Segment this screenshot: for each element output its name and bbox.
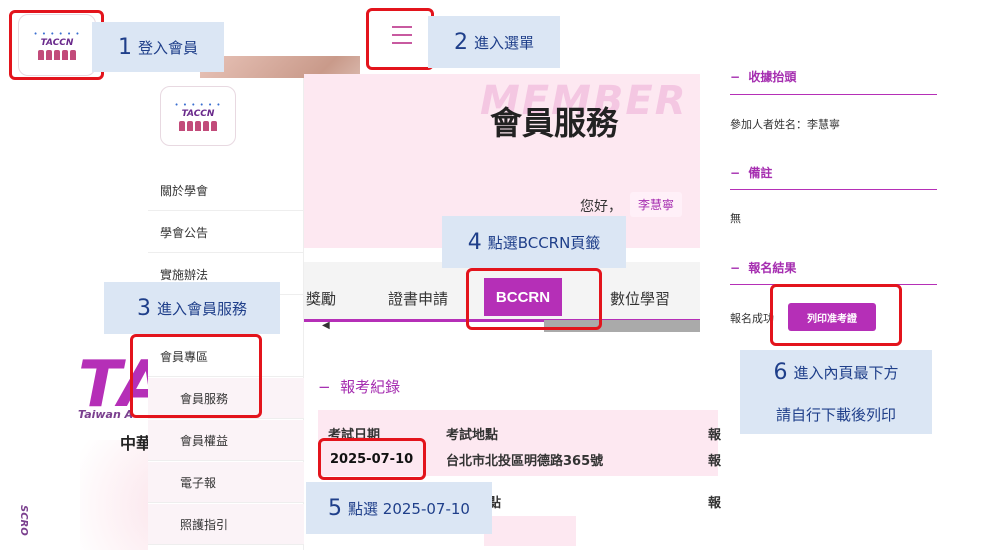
records-section-title: − 報考紀錄 [318, 378, 401, 396]
callout-step-1: 1 登入會員 [92, 22, 224, 72]
row-more: 報 [708, 454, 722, 469]
highlight-exam-date [318, 438, 426, 480]
row2-highlight [484, 516, 576, 546]
result-value: 報名成功 [730, 312, 774, 325]
sidebar-item-member-rights[interactable]: 會員權益 [148, 420, 304, 461]
receipt-name: 參加人者姓名：李慧寧 [730, 118, 840, 131]
tab-digital-learning[interactable]: 數位學習 [610, 288, 670, 309]
scroll-hint: SCRO [18, 505, 29, 536]
step-number: 1 [117, 34, 132, 60]
divider [730, 94, 937, 95]
callout-step-6-note: 請自行下載後列印 [740, 394, 932, 434]
sidebar-item-newsletter[interactable]: 電子報 [148, 462, 304, 503]
step-number: 3 [136, 295, 151, 321]
callout-step-2: 2 進入選單 [428, 16, 560, 68]
sidebar-item-about[interactable]: 關於學會 [148, 170, 304, 211]
tab-rewards[interactable]: 獎勵 [306, 288, 336, 309]
user-name-badge[interactable]: 李慧寧 [630, 192, 683, 217]
sidebar-item-announcements[interactable]: 學會公告 [148, 212, 304, 253]
logo-pillars [179, 121, 217, 131]
header-exam-location: 考試地點 [446, 428, 499, 443]
logo-text: TACCN [181, 109, 215, 119]
step-text: 進入會員服務 [156, 299, 247, 318]
logo-arc: • • • • • • [174, 101, 222, 109]
receipt-title-text: 收據抬頭 [748, 70, 797, 84]
step-text: 登入會員 [137, 38, 198, 57]
result-title: − 報名結果 [730, 261, 797, 275]
tab-certificate[interactable]: 證書申請 [388, 288, 448, 309]
step-number: 2 [453, 29, 468, 55]
divider [730, 189, 937, 190]
step-text: 點選 2025-07-10 [348, 499, 470, 518]
callout-step-4: 4 點選BCCRN頁籤 [442, 216, 626, 268]
note-title-text: 備註 [748, 166, 773, 180]
note-value: 無 [730, 212, 741, 225]
sidebar-item-care-guide[interactable]: 照護指引 [148, 504, 304, 545]
note-title: − 備註 [730, 166, 773, 180]
sidebar-logo[interactable]: • • • • • • TACCN [160, 86, 236, 146]
receipt-title: − 收據抬頭 [730, 70, 797, 84]
exam-location: 台北市北投區明德路365號 [446, 454, 604, 469]
callout-step-5: 5 點選 2025-07-10 [306, 482, 492, 534]
highlight-bccrn-tab [466, 268, 602, 330]
greeting-text: 您好， [580, 199, 622, 215]
records-title-text: 報考紀錄 [340, 378, 401, 396]
step-text: 請自行下載後列印 [775, 405, 896, 424]
highlight-menu [366, 8, 434, 70]
highlight-print-button [770, 284, 902, 346]
step-number: 5 [328, 495, 343, 521]
step-text: 進入選單 [473, 33, 534, 52]
brand-subtitle: Taiwan A [78, 408, 134, 421]
scroll-left-icon[interactable]: ◀ [322, 320, 330, 331]
callout-step-3: 3 進入會員服務 [104, 282, 280, 334]
step-text: 點選BCCRN頁籤 [487, 233, 601, 252]
page-title: 會員服務 [490, 104, 619, 142]
row2-more: 報 [708, 496, 722, 511]
highlight-login [9, 10, 104, 80]
step-number: 4 [467, 229, 482, 255]
header-more: 報 [708, 428, 722, 443]
step-number: 6 [773, 359, 788, 385]
step-text: 進入內頁最下方 [793, 363, 899, 382]
highlight-member-service [130, 334, 262, 418]
callout-step-6: 6 進入內頁最下方 [740, 350, 932, 394]
result-title-text: 報名結果 [748, 261, 797, 275]
